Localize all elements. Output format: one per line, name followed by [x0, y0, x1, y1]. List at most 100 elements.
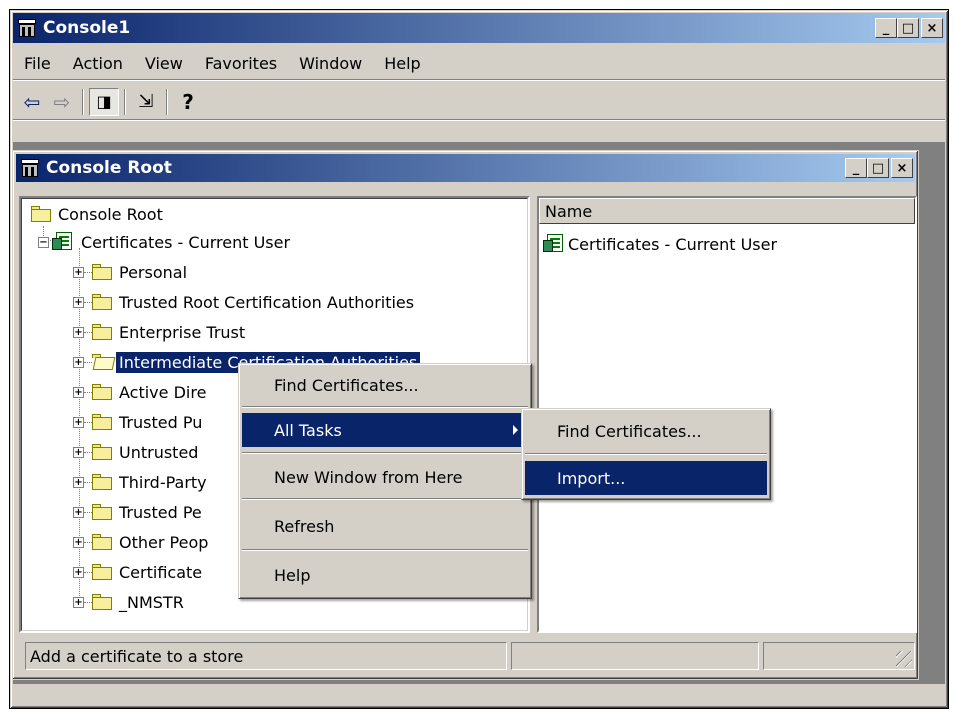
minimize-button[interactable]: _: [875, 18, 897, 38]
menu-window[interactable]: Window: [288, 51, 373, 77]
tree-connector: [84, 391, 92, 393]
forward-button[interactable]: ⇨: [47, 88, 77, 116]
expand-toggle-icon[interactable]: +: [73, 386, 84, 398]
expand-toggle-icon[interactable]: +: [73, 296, 84, 308]
export-list-icon: ⇲: [138, 91, 154, 112]
collapse-toggle-icon[interactable]: −: [38, 236, 49, 248]
tree-connector: [84, 301, 92, 303]
expand-toggle-icon[interactable]: +: [73, 536, 84, 548]
tree-item-certificates-current-user[interactable]: − Certificates - Current User: [38, 228, 293, 256]
maximize-button[interactable]: □: [897, 18, 919, 38]
toolbar-separator: [82, 88, 84, 115]
tree-item-store[interactable]: + Untrusted: [73, 438, 201, 466]
bottom-frame: [13, 684, 945, 706]
child-maximize-button[interactable]: □: [867, 158, 889, 178]
column-header-label: Name: [545, 201, 593, 221]
status-text: Add a certificate to a store: [25, 642, 507, 670]
column-header-name[interactable]: Name: [539, 198, 915, 224]
tree-item-store[interactable]: + Enterprise Trust: [73, 318, 248, 346]
close-button[interactable]: ×: [921, 18, 943, 38]
submenu-item-import[interactable]: Import...: [525, 461, 767, 495]
show-hide-tree-button[interactable]: ◨: [89, 87, 119, 116]
menu-item-find-certificates[interactable]: Find Certificates...: [242, 368, 528, 402]
menu-separator: [242, 498, 528, 500]
submenu-item-find-certificates[interactable]: Find Certificates...: [525, 414, 767, 448]
expand-toggle-icon[interactable]: +: [73, 356, 84, 368]
folder-icon: [92, 534, 112, 550]
tree-connector: [84, 331, 92, 333]
expand-toggle-icon[interactable]: +: [73, 266, 84, 278]
window-title: Console1: [43, 18, 131, 38]
expand-toggle-icon[interactable]: +: [73, 506, 84, 518]
export-list-button[interactable]: ⇲: [131, 88, 161, 116]
expand-toggle-icon[interactable]: +: [73, 566, 84, 578]
certificates-snapin-icon: [543, 234, 565, 254]
tree-connector: [84, 511, 92, 513]
folder-icon: [92, 564, 112, 580]
menu-item-refresh[interactable]: Refresh: [242, 509, 528, 543]
submenu-arrow-icon: [513, 425, 518, 435]
menu-help[interactable]: Help: [373, 51, 431, 77]
tree-item-store[interactable]: + Trusted Root Certification Authorities: [73, 288, 417, 316]
context-menu: Find Certificates... All Tasks New Windo…: [238, 363, 532, 599]
child-title-bar[interactable]: Console Root _ □ ×: [16, 154, 915, 182]
menu-item-new-window-from-here[interactable]: New Window from Here: [242, 460, 528, 494]
folder-icon: [92, 474, 112, 490]
tree-item-store[interactable]: + Third-Party: [73, 468, 210, 496]
folder-icon: [92, 594, 112, 610]
tree-item-label: Other Peop: [119, 532, 209, 552]
resize-grip-icon[interactable]: [896, 651, 912, 667]
tree-item-store[interactable]: + Certificate: [73, 558, 205, 586]
expand-toggle-icon[interactable]: +: [73, 476, 84, 488]
back-arrow-icon: ⇦: [23, 89, 41, 114]
tree-item-label: Personal: [119, 262, 188, 282]
tree-item-store[interactable]: + Active Dire: [73, 378, 209, 406]
list-item-label: Certificates - Current User: [568, 234, 778, 254]
list-item-certificates-current-user[interactable]: Certificates - Current User: [543, 234, 777, 254]
tree-item-label: Enterprise Trust: [119, 322, 246, 342]
menu-view[interactable]: View: [134, 51, 194, 77]
status-panel-3: [763, 642, 915, 670]
title-bar[interactable]: Console1 _ □ ×: [13, 13, 945, 43]
expand-toggle-icon[interactable]: +: [73, 446, 84, 458]
menu-separator: [525, 453, 767, 455]
folder-icon: [92, 294, 112, 310]
tree-item-label: Active Dire: [119, 382, 207, 402]
menu-separator: [242, 406, 528, 408]
menu-item-label: All Tasks: [274, 420, 342, 440]
tree-item-console-root[interactable]: Console Root: [31, 200, 166, 228]
tree-connector: [84, 541, 92, 543]
toolbar: ⇦ ⇨ ◨ ⇲ ?: [13, 84, 945, 120]
tree-item-store[interactable]: + Trusted Pu: [73, 408, 205, 436]
menu-separator: [242, 549, 528, 551]
toolbar-separator: [166, 88, 168, 115]
tree-item-store[interactable]: + Personal: [73, 258, 190, 286]
back-button[interactable]: ⇦: [17, 88, 47, 116]
menu-action[interactable]: Action: [62, 51, 134, 77]
menu-item-help[interactable]: Help: [242, 558, 528, 592]
menu-file[interactable]: File: [13, 51, 62, 77]
expand-toggle-icon[interactable]: +: [73, 416, 84, 428]
console-root-icon: [20, 158, 40, 178]
child-close-button[interactable]: ×: [891, 158, 913, 178]
tree-item-label: Console Root: [58, 204, 163, 224]
tree-item-store[interactable]: + Trusted Pe: [73, 498, 205, 526]
tree-item-store[interactable]: + Other Peop: [73, 528, 211, 556]
folder-icon: [92, 264, 112, 280]
tree-item-label: Certificate: [119, 562, 203, 582]
folder-icon: [31, 206, 51, 222]
certificates-snapin-icon: [52, 232, 74, 252]
expand-toggle-icon[interactable]: +: [73, 596, 84, 608]
menu-favorites[interactable]: Favorites: [194, 51, 288, 77]
tree-item-label: _NMSTR: [119, 592, 184, 612]
mmc-app-icon: [17, 18, 37, 38]
expand-toggle-icon[interactable]: +: [73, 326, 84, 338]
help-button[interactable]: ?: [173, 88, 203, 116]
menu-item-all-tasks[interactable]: All Tasks: [242, 413, 528, 447]
child-minimize-button[interactable]: _: [845, 158, 867, 178]
window-controls: _ □ ×: [875, 18, 943, 38]
tree-connector: [84, 481, 92, 483]
tree-connector: [84, 421, 92, 423]
toolbar-separator: [124, 88, 126, 115]
tree-item-store[interactable]: + _NMSTR: [73, 588, 187, 616]
